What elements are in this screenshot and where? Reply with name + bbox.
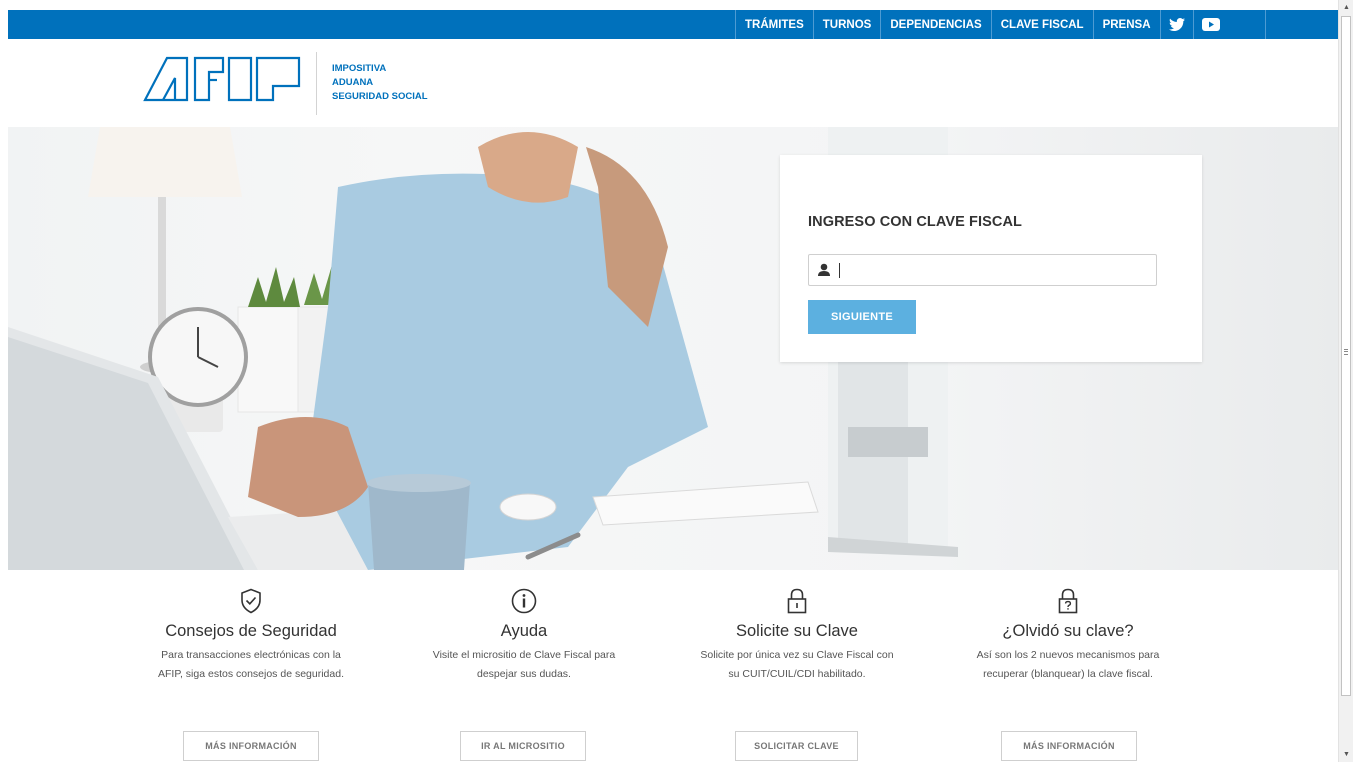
feature-seguridad: Consejos de Seguridad Para transacciones… [121, 588, 381, 684]
feature-olvido-clave: ¿Olvidó su clave? Así son los 2 nuevos m… [938, 588, 1198, 684]
feature-title: Ayuda [500, 622, 548, 640]
feature-title: Solicite su Clave [736, 622, 858, 640]
top-nav: TRÁMITES TURNOS DEPENDENCIAS CLAVE FISCA… [735, 10, 1266, 39]
nav-dependencias[interactable]: DEPENDENCIAS [881, 10, 992, 39]
info-icon [511, 588, 537, 614]
feature-description: Solicite por única vez su Clave Fiscal c… [667, 646, 927, 684]
scroll-grip-icon [1344, 349, 1348, 355]
login-title: INGRESO CON CLAVE FISCAL [808, 214, 1023, 230]
feature-desc-line: recuperar (blanquear) la clave fiscal. [983, 668, 1153, 680]
nav-turnos[interactable]: TURNOS [814, 10, 882, 39]
cuit-input[interactable] [839, 260, 1139, 280]
afip-logo-mark [143, 56, 301, 102]
mas-informacion-seguridad-button[interactable]: MÁS INFORMACIÓN [183, 731, 319, 761]
siguiente-button[interactable]: SIGUIENTE [808, 300, 916, 334]
youtube-icon[interactable] [1194, 10, 1266, 39]
scroll-thumb[interactable] [1341, 16, 1351, 696]
tagline-seguridad-social: SEGURIDAD SOCIAL [332, 91, 428, 102]
logo-divider [316, 52, 317, 115]
feature-desc-line: Visite el micrositio de Clave Fiscal par… [432, 649, 616, 661]
cuit-input-wrapper[interactable] [808, 254, 1157, 286]
twitter-icon-graphic [1168, 18, 1185, 31]
logo-tagline: IMPOSITIVA ADUANA SEGURIDAD SOCIAL [332, 62, 428, 104]
feature-description: Para transacciones electrónicas con la AF… [121, 646, 381, 684]
shield-check-icon [241, 588, 261, 614]
lock-question-icon [1058, 588, 1078, 614]
mas-informacion-olvido-button[interactable]: MÁS INFORMACIÓN [1001, 731, 1137, 761]
tagline-impositiva: IMPOSITIVA [332, 63, 387, 74]
feature-desc-line: AFIP, siga estos consejos de seguridad. [157, 668, 344, 680]
scroll-down-arrow-icon[interactable]: ▼ [1339, 747, 1353, 762]
feature-ayuda: Ayuda Visite el micrositio de Clave Fisc… [394, 588, 654, 684]
feature-title: Consejos de Seguridad [165, 622, 337, 640]
text-cursor [839, 263, 840, 278]
vertical-scrollbar[interactable]: ▲ ▼ [1338, 0, 1353, 762]
scroll-up-arrow-icon[interactable]: ▲ [1339, 0, 1353, 15]
feature-description: Así son los 2 nuevos mecanismos para recu… [938, 646, 1198, 684]
nav-tramites[interactable]: TRÁMITES [735, 10, 814, 39]
user-icon-graphic [818, 263, 830, 276]
nav-prensa[interactable]: PRENSA [1094, 10, 1161, 39]
twitter-icon[interactable] [1161, 10, 1194, 39]
login-card: INGRESO CON CLAVE FISCAL SIGUIENTE [780, 155, 1202, 362]
feature-desc-line: Así son los 2 nuevos mecanismos para [976, 649, 1160, 661]
feature-title: ¿Olvidó su clave? [1002, 622, 1134, 640]
nav-clave-fiscal[interactable]: CLAVE FISCAL [992, 10, 1094, 39]
youtube-icon-graphic [1201, 18, 1220, 31]
feature-desc-line: Solicite por única vez su Clave Fiscal c… [700, 649, 894, 661]
user-icon [817, 263, 831, 282]
top-navigation-bar: TRÁMITES TURNOS DEPENDENCIAS CLAVE FISCA… [8, 10, 1338, 39]
tagline-aduana: ADUANA [332, 77, 374, 88]
ir-al-micrositio-button[interactable]: IR AL MICROSITIO [460, 731, 586, 761]
feature-desc-line: despejar sus dudas. [477, 668, 571, 680]
afip-logo[interactable] [143, 52, 303, 109]
lock-icon [787, 588, 807, 614]
feature-description: Visite el micrositio de Clave Fiscal par… [394, 646, 654, 684]
solicitar-clave-button[interactable]: SOLICITAR CLAVE [735, 731, 858, 761]
feature-desc-line: Para transacciones electrónicas con la [161, 649, 341, 661]
feature-desc-line: su CUIT/CUIL/CDI habilitado. [728, 668, 866, 680]
feature-solicite-clave: Solicite su Clave Solicite por única vez… [667, 588, 927, 684]
